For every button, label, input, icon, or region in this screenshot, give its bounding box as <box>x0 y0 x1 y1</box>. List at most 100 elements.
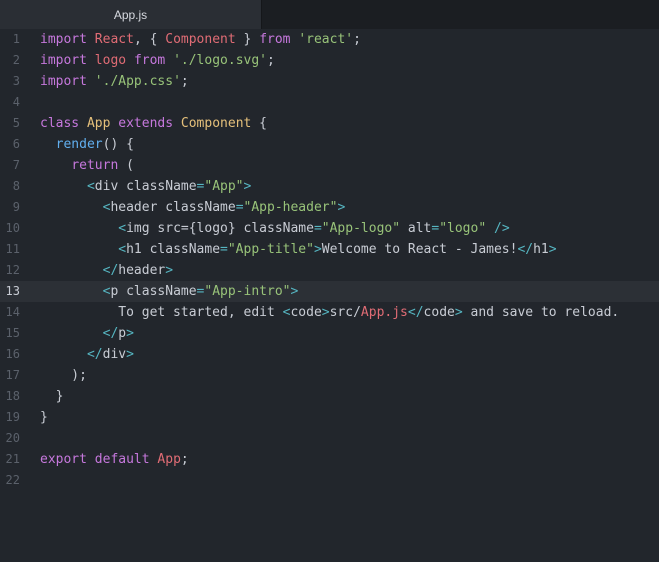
code-token: default <box>94 452 150 467</box>
code-line[interactable]: 13 <p className="App-intro"> <box>0 281 659 302</box>
code-text: <div className="App"> <box>40 176 251 197</box>
code-line[interactable]: 7 return ( <box>0 155 659 176</box>
code-text: import './App.css'; <box>40 71 189 92</box>
line-number: 1 <box>12 32 20 46</box>
line-number: 13 <box>5 284 20 298</box>
code-token: extends <box>118 116 174 131</box>
code-editor[interactable]: 1 import React, { Component } from 'react… <box>0 29 659 562</box>
line-number: 2 <box>12 53 20 67</box>
code-token: = <box>313 221 322 236</box>
code-line[interactable]: 9 <header className="App-header"> <box>0 197 659 218</box>
line-number: 4 <box>12 95 20 109</box>
code-line[interactable]: 12 </header> <box>0 260 659 281</box>
code-text: export default App; <box>40 449 189 470</box>
code-token: < <box>118 242 127 257</box>
code-line[interactable]: 14 To get started, edit <code>src/App.js… <box>0 302 659 323</box>
code-line[interactable]: 16 </div> <box>0 344 659 365</box>
line-number: 22 <box>5 473 20 487</box>
code-token: return <box>71 158 119 173</box>
code-text: import React, { Component } from 'react'… <box>40 29 361 50</box>
code-token: Welcome to React - James! <box>321 242 518 257</box>
code-line[interactable]: 21 export default App; <box>0 449 659 470</box>
code-text: class App extends Component { <box>40 113 267 134</box>
code-text: <p className="App-intro"> <box>40 281 299 302</box>
code-token: code <box>290 305 322 320</box>
code-line[interactable]: 8 <div className="App"> <box>0 176 659 197</box>
code-token: header <box>118 263 166 278</box>
code-token: ; <box>267 53 275 68</box>
code-token: export <box>40 452 87 467</box>
code-line[interactable]: 20 <box>0 428 659 449</box>
code-token: import <box>40 53 87 68</box>
line-number: 19 <box>5 410 20 424</box>
code-token: Component <box>180 116 252 131</box>
code-line[interactable]: 11 <h1 className="App-title">Welcome to … <box>0 239 659 260</box>
code-token: header className <box>110 200 236 215</box>
code-token: , { <box>133 32 166 47</box>
line-number: 8 <box>12 179 20 193</box>
code-line[interactable]: 1 import React, { Component } from 'react… <box>0 29 659 50</box>
code-token: > <box>126 326 134 341</box>
code-line[interactable]: 3 import './App.css'; <box>0 71 659 92</box>
code-token: class <box>40 116 80 131</box>
code-token: import <box>40 74 87 89</box>
line-number: 5 <box>12 116 20 130</box>
code-token: code <box>423 305 455 320</box>
code-line[interactable]: 18 } <box>0 386 659 407</box>
line-number: 15 <box>5 326 20 340</box>
code-text: ); <box>40 365 87 386</box>
code-line[interactable]: 19} <box>0 407 659 428</box>
code-token: } <box>40 410 48 425</box>
line-number: 10 <box>5 221 20 235</box>
code-token: ); <box>40 368 87 383</box>
code-token: = <box>235 200 244 215</box>
line-number: 12 <box>5 263 20 277</box>
code-text: } <box>40 407 48 428</box>
line-number: 7 <box>12 158 20 172</box>
code-token: () { <box>102 137 134 152</box>
code-token: React <box>94 32 134 47</box>
code-line[interactable]: 6 render() { <box>0 134 659 155</box>
code-token: </ <box>102 263 119 278</box>
code-token: } <box>235 32 260 47</box>
code-text: } <box>40 386 64 407</box>
code-token: and save to reload. <box>462 305 620 320</box>
code-line[interactable]: 2 import logo from './logo.svg'; <box>0 50 659 71</box>
line-number: 20 <box>5 431 20 445</box>
code-token: from <box>133 53 166 68</box>
code-token: "App-title" <box>227 242 314 257</box>
line-number: 14 <box>5 305 20 319</box>
code-text: <h1 className="App-title">Welcome to Rea… <box>40 239 557 260</box>
code-token: > <box>548 242 557 257</box>
code-line[interactable]: 17 ); <box>0 365 659 386</box>
line-number: 16 <box>5 347 20 361</box>
tab-bar: App.js <box>0 0 659 29</box>
code-line[interactable]: 15 </p> <box>0 323 659 344</box>
code-line[interactable]: 22 <box>0 470 659 491</box>
code-line[interactable]: 5 class App extends Component { <box>0 113 659 134</box>
code-token: < <box>118 221 127 236</box>
code-token: 'react' <box>298 32 354 47</box>
code-token: alt <box>400 221 432 236</box>
code-line[interactable]: 10 <img src={logo} className="App-logo" … <box>0 218 659 239</box>
code-text: render() { <box>40 134 134 155</box>
code-token: ( <box>118 158 134 173</box>
code-token: App.js <box>360 305 408 320</box>
code-token: './logo.svg' <box>173 53 267 68</box>
code-token: </ <box>517 242 534 257</box>
tab-app-js[interactable]: App.js <box>0 0 262 29</box>
code-text: import logo from './logo.svg'; <box>40 50 275 71</box>
code-token: import <box>40 32 87 47</box>
code-token: render <box>55 137 103 152</box>
code-line[interactable]: 4 <box>0 92 659 113</box>
code-token: ; <box>180 452 189 467</box>
